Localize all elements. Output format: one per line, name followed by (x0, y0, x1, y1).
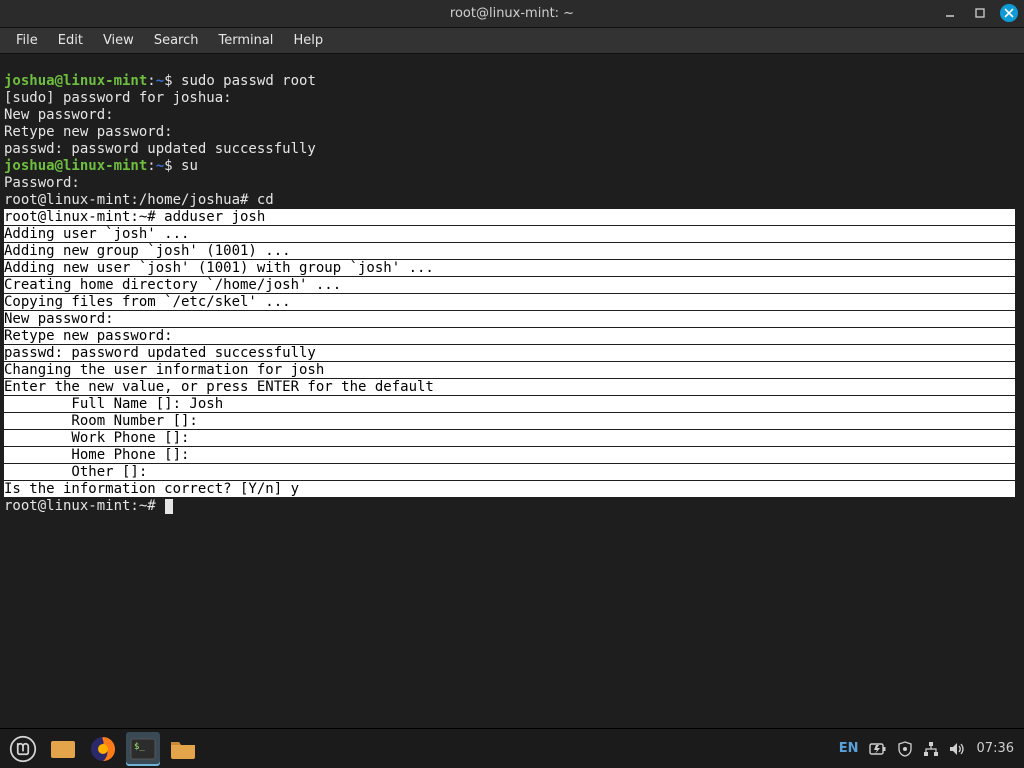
prompt-path: ~ (156, 73, 164, 89)
tray-battery[interactable] (869, 741, 887, 757)
menu-edit[interactable]: Edit (50, 30, 91, 51)
cmd-text: sudo passwd root (181, 73, 316, 89)
close-button[interactable] (1000, 4, 1018, 22)
speaker-icon (949, 741, 967, 757)
term-line: New password: (4, 107, 122, 123)
menu-help[interactable]: Help (285, 30, 331, 51)
terminal-icon: $_ (130, 738, 156, 760)
cmd-text: cd (257, 192, 274, 208)
shield-icon (897, 741, 913, 757)
term-line: passwd: password updated successfully (4, 141, 316, 157)
terminal-window: root@linux-mint: ~ File Edit View Search… (0, 0, 1024, 728)
mint-logo-icon (9, 735, 37, 763)
taskbar-files[interactable] (166, 732, 200, 766)
prompt-root: root@linux-mint:/home/joshua# (4, 192, 257, 208)
prompt-end: $ (164, 158, 181, 174)
menu-search[interactable]: Search (146, 30, 207, 51)
system-tray: EN (839, 741, 1018, 757)
cursor (165, 499, 173, 514)
taskbar-firefox[interactable] (86, 732, 120, 766)
tray-volume[interactable] (949, 741, 967, 757)
terminal-viewport[interactable]: joshua@linux-mint:~$ sudo passwd root [s… (0, 54, 1024, 728)
prompt-sep: : (147, 158, 155, 174)
folder-icon (170, 738, 196, 760)
tray-network[interactable] (923, 741, 939, 757)
prompt-path: ~ (156, 158, 164, 174)
prompt-user: joshua@linux-mint (4, 73, 147, 89)
start-menu-button[interactable] (6, 732, 40, 766)
term-line: [sudo] password for joshua: (4, 90, 240, 106)
minimize-button[interactable] (940, 3, 960, 23)
term-line: Password: (4, 175, 88, 191)
taskbar-show-desktop[interactable] (46, 732, 80, 766)
cmd-text: su (181, 158, 198, 174)
prompt-user: joshua@linux-mint (4, 158, 147, 174)
battery-icon (869, 741, 887, 757)
prompt-sep: : (147, 73, 155, 89)
selected-text: root@linux-mint:~# adduser josh Adding u… (4, 209, 1015, 497)
network-icon (923, 741, 939, 757)
firefox-icon (90, 736, 116, 762)
window-title: root@linux-mint: ~ (450, 6, 574, 21)
titlebar[interactable]: root@linux-mint: ~ (0, 0, 1024, 28)
tray-clock[interactable]: 07:36 (977, 741, 1018, 756)
prompt-end: $ (164, 73, 181, 89)
desktop-icon (50, 738, 76, 760)
svg-text:$_: $_ (134, 742, 145, 752)
menu-file[interactable]: File (8, 30, 46, 51)
window-controls (940, 3, 1018, 23)
taskbar: $_ EN (0, 728, 1024, 768)
menubar: File Edit View Search Terminal Help (0, 28, 1024, 54)
keyboard-layout-indicator[interactable]: EN (839, 741, 859, 756)
taskbar-terminal[interactable]: $_ (126, 732, 160, 766)
term-line: Retype new password: (4, 124, 181, 140)
menu-view[interactable]: View (95, 30, 142, 51)
prompt-root: root@linux-mint:~# (4, 498, 164, 514)
menu-terminal[interactable]: Terminal (210, 30, 281, 51)
maximize-button[interactable] (970, 3, 990, 23)
tray-shield[interactable] (897, 741, 913, 757)
